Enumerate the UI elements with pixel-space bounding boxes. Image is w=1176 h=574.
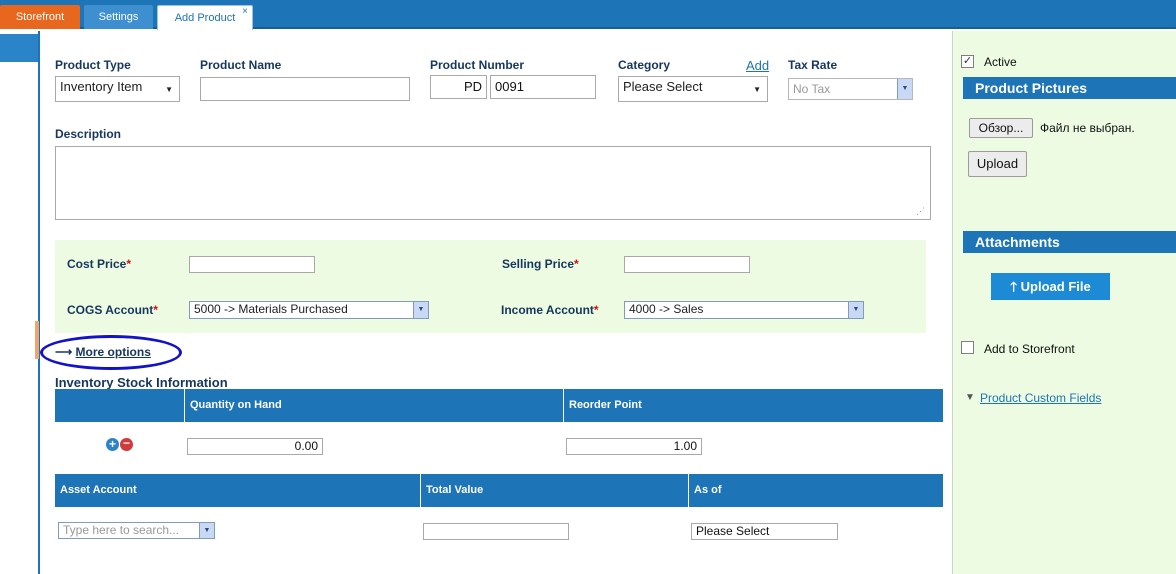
product-type-select[interactable]: Inventory Item ▼: [55, 76, 180, 102]
cogs-account-label: COGS Account*: [67, 303, 158, 317]
chevron-down-icon: ▼: [413, 302, 428, 318]
left-collapsed-panel: [0, 31, 40, 574]
upload-file-button[interactable]: 🡑 Upload File: [991, 273, 1110, 300]
resize-handle-icon[interactable]: ⋰: [916, 206, 925, 217]
tab-add-product[interactable]: Add Product ×: [157, 5, 253, 30]
cogs-account-value: 5000 -> Materials Purchased: [194, 302, 348, 316]
product-custom-fields-link[interactable]: Product Custom Fields: [980, 391, 1101, 405]
as-of-date-input[interactable]: Please Select: [691, 523, 838, 540]
product-number-prefix: PD: [430, 75, 487, 99]
tax-rate-label: Tax Rate: [788, 58, 838, 72]
chevron-down-icon: ▼: [199, 523, 214, 538]
chevron-down-icon: ▼: [848, 302, 863, 318]
product-number-label: Product Number: [430, 58, 525, 72]
inventory-table-header: Quantity on Hand Reorder Point: [55, 389, 943, 422]
pricing-panel: [55, 240, 926, 333]
add-row-icon[interactable]: +: [106, 438, 119, 451]
selling-price-input[interactable]: [624, 256, 750, 273]
inventory-col-reorder: Reorder Point: [563, 389, 943, 422]
selling-price-label: Selling Price*: [502, 257, 579, 271]
income-account-label: Income Account*: [501, 303, 599, 317]
tab-settings[interactable]: Settings: [84, 5, 153, 29]
product-type-label: Product Type: [55, 58, 131, 72]
add-category-link[interactable]: Add: [746, 58, 769, 73]
remove-row-icon[interactable]: −: [120, 437, 133, 451]
category-select[interactable]: Please Select ▼: [618, 76, 768, 102]
chevron-down-icon: ▼: [165, 85, 173, 94]
active-checkbox[interactable]: ✓: [961, 55, 974, 68]
close-icon[interactable]: ×: [242, 0, 248, 24]
qty-on-hand-input[interactable]: 0.00: [187, 438, 323, 455]
cost-price-label: Cost Price*: [67, 257, 132, 271]
asset-col-total: Total Value: [420, 474, 688, 507]
product-type-value: Inventory Item: [60, 79, 143, 94]
asset-account-search[interactable]: Type here to search... ▼: [58, 522, 215, 539]
browse-button[interactable]: Обзор...: [969, 118, 1033, 138]
inventory-section-title: Inventory Stock Information: [55, 375, 228, 390]
description-label: Description: [55, 127, 122, 141]
left-panel-handle[interactable]: [35, 321, 39, 359]
arrow-up-icon: 🡑: [1010, 279, 1018, 294]
no-file-text: Файл не выбран.: [1040, 121, 1135, 135]
tab-add-product-label: Add Product: [174, 12, 236, 24]
attachments-header: Attachments: [963, 231, 1176, 253]
tax-rate-select[interactable]: No Tax ▼: [788, 78, 913, 100]
top-tab-bar: Storefront Settings Add Product ×: [0, 0, 1176, 30]
right-sidebar: ✓ Active Product Pictures Обзор... Файл …: [952, 31, 1176, 574]
triangle-down-icon[interactable]: ▼: [965, 392, 975, 403]
add-to-storefront-label: Add to Storefront: [984, 342, 1075, 356]
left-panel-header[interactable]: [0, 34, 38, 62]
income-account-value: 4000 -> Sales: [629, 302, 704, 316]
tax-rate-value: No Tax: [793, 82, 831, 96]
tab-storefront[interactable]: Storefront: [0, 5, 80, 29]
cogs-account-select[interactable]: 5000 -> Materials Purchased ▼: [189, 301, 429, 319]
chevron-down-icon: ▼: [897, 79, 912, 99]
income-account-select[interactable]: 4000 -> Sales ▼: [624, 301, 864, 319]
reorder-point-input[interactable]: 1.00: [566, 438, 702, 455]
product-pictures-header: Product Pictures: [963, 77, 1176, 99]
add-to-storefront-checkbox[interactable]: [961, 341, 974, 354]
product-name-label: Product Name: [200, 58, 282, 72]
more-options-link[interactable]: ⟶ More options: [55, 345, 151, 359]
total-value-input[interactable]: [423, 523, 569, 540]
inventory-col-qty: Quantity on Hand: [184, 389, 563, 422]
asset-col-asof: As of: [688, 474, 943, 507]
category-value: Please Select: [623, 79, 703, 94]
description-textarea[interactable]: [55, 146, 931, 220]
asset-col-account: Asset Account: [60, 484, 137, 496]
active-label: Active: [984, 55, 1017, 69]
more-options-label: More options: [75, 345, 151, 359]
asset-table-header: Asset Account Total Value As of: [55, 474, 943, 507]
arrow-right-icon: ⟶: [55, 345, 73, 359]
category-label: Category: [618, 58, 671, 72]
chevron-down-icon: ▼: [753, 85, 761, 94]
upload-file-label: Upload File: [1020, 279, 1091, 294]
upload-button[interactable]: Upload: [968, 151, 1027, 177]
asset-account-placeholder: Type here to search...: [63, 523, 180, 537]
inventory-col-blank: [55, 389, 184, 422]
product-name-input[interactable]: [200, 77, 410, 101]
cost-price-input[interactable]: [189, 256, 315, 273]
product-number-input[interactable]: 0091: [490, 75, 596, 99]
